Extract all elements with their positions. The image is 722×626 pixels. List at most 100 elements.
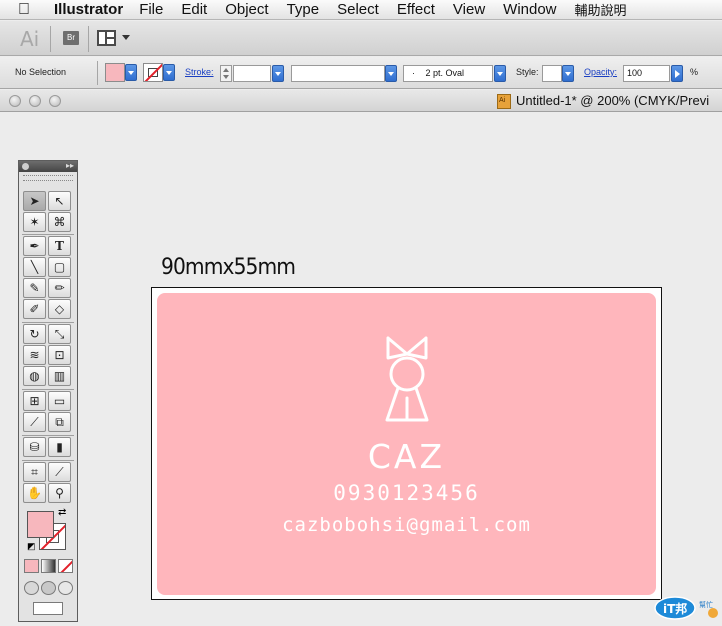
swap-fill-stroke-icon[interactable]: ⇄	[58, 507, 66, 518]
gradient-tool-icon[interactable]: ▭	[48, 391, 71, 411]
document-tab-bar: Untitled-1* @ 200% (CMYK/Previ	[0, 90, 722, 112]
artboard-tool-icon[interactable]: ⌗	[23, 462, 46, 482]
menu-view[interactable]: View	[453, 1, 485, 18]
stroke-dropdown-icon[interactable]	[163, 64, 175, 81]
opacity-slider-icon[interactable]	[671, 65, 683, 82]
rounded-rectangle-tool-icon[interactable]: ▢	[48, 257, 71, 277]
business-card[interactable]: CAZ 0930123456 cazbobohsi@gmail.com	[157, 293, 656, 595]
opacity-field[interactable]: 100	[623, 65, 670, 82]
arrange-documents-button[interactable]	[97, 30, 131, 46]
perspective-grid-tool-icon[interactable]: ▥	[48, 366, 71, 386]
line-segment-tool-icon[interactable]: ╲	[23, 257, 46, 277]
brush-name: 2 pt. Oval	[425, 68, 465, 78]
symbol-sprayer-tool-icon[interactable]: ⛁	[23, 437, 46, 457]
menu-edit[interactable]: Edit	[181, 1, 207, 18]
menu-object[interactable]: Object	[225, 1, 268, 18]
ithome-watermark-logo: iT邦 幫忙	[654, 596, 718, 620]
brush-definition[interactable]: · 2 pt. Oval	[403, 65, 493, 82]
brush-dot-icon: ·	[412, 68, 415, 78]
fill-dropdown-icon[interactable]	[125, 64, 137, 81]
collapse-panel-icon[interactable]: ▸▸	[66, 161, 74, 170]
eyedropper-tool-icon[interactable]: ⟋	[23, 412, 46, 432]
hand-tool-icon[interactable]: ✋	[23, 483, 46, 503]
arrange-grid-icon	[97, 30, 116, 46]
direct-selection-tool-icon[interactable]: ↖	[48, 191, 71, 211]
watermark-sub: 幫忙	[699, 600, 713, 609]
artboard-size-label: 90mmx55mm	[161, 255, 296, 280]
mesh-tool-icon[interactable]: ⊞	[23, 391, 46, 411]
zoom-window-icon[interactable]	[49, 95, 61, 107]
tools-panel: ▸▸ ➤ ↖ ✶ ⌘ ✒ T ╲ ▢ ✎ ✏ ✐ ◇ ↻ ⤡ ≋ ⊡ ◍ ▥ ⊞…	[18, 160, 78, 622]
gradient-mode-icon[interactable]	[41, 559, 56, 573]
divider	[22, 460, 74, 461]
default-fill-stroke-icon[interactable]: ◩	[27, 541, 36, 552]
menu-effect[interactable]: Effect	[397, 1, 435, 18]
stroke-panel-link[interactable]: Stroke:	[185, 67, 214, 77]
stroke-weight-dropdown-icon[interactable]	[272, 65, 284, 82]
color-mode-icon[interactable]	[24, 559, 39, 573]
close-window-icon[interactable]	[9, 95, 21, 107]
none-mode-icon[interactable]	[58, 559, 73, 573]
artboard[interactable]: CAZ 0930123456 cazbobohsi@gmail.com	[151, 287, 662, 600]
close-panel-icon[interactable]	[22, 163, 29, 170]
blob-brush-tool-icon[interactable]: ✐	[23, 299, 46, 319]
width-tool-icon[interactable]: ≋	[23, 345, 46, 365]
document-title[interactable]: Untitled-1* @ 200% (CMYK/Previ	[516, 93, 709, 108]
menu-app-name[interactable]: Illustrator	[54, 1, 123, 18]
stroke-swatch[interactable]	[143, 63, 163, 82]
apple-menu-icon[interactable]: 	[18, 1, 42, 19]
paintbrush-tool-icon[interactable]: ✎	[23, 278, 46, 298]
variable-width-profile[interactable]	[291, 65, 385, 82]
panel-grip[interactable]	[23, 175, 73, 181]
pen-tool-icon[interactable]: ✒	[23, 236, 46, 256]
divider	[50, 26, 51, 52]
selection-tool-icon[interactable]: ➤	[23, 191, 46, 211]
bridge-button[interactable]: Br	[63, 31, 79, 45]
menu-type[interactable]: Type	[287, 1, 320, 18]
tools-panel-header[interactable]: ▸▸	[19, 161, 77, 172]
stroke-weight-stepper[interactable]	[220, 65, 232, 82]
ai-document-icon	[497, 94, 511, 109]
fill-color-box[interactable]	[27, 511, 54, 538]
control-bar: No Selection Stroke: · 2 pt. Oval Style:…	[0, 57, 722, 89]
menu-bar:  Illustrator File Edit Object Type Sele…	[0, 0, 722, 20]
type-tool-icon[interactable]: T	[48, 236, 71, 256]
divider	[97, 61, 98, 85]
style-dropdown-icon[interactable]	[562, 65, 574, 82]
graphic-style-swatch[interactable]	[542, 65, 562, 82]
zoom-tool-icon[interactable]: ⚲	[48, 483, 71, 503]
eraser-tool-icon[interactable]: ◇	[48, 299, 71, 319]
divider	[22, 435, 74, 436]
divider	[22, 234, 74, 235]
minimize-window-icon[interactable]	[29, 95, 41, 107]
column-graph-tool-icon[interactable]: ▮	[48, 437, 71, 457]
brush-dropdown-icon[interactable]	[494, 65, 506, 82]
menu-file[interactable]: File	[139, 1, 163, 18]
rotate-tool-icon[interactable]: ↻	[23, 324, 46, 344]
watermark-text: iT邦	[663, 601, 687, 616]
shape-builder-tool-icon[interactable]: ◍	[23, 366, 46, 386]
bow-girl-logo-icon	[385, 336, 429, 422]
free-transform-tool-icon[interactable]: ⊡	[48, 345, 71, 365]
illustrator-window:  Illustrator File Edit Object Type Sele…	[0, 0, 722, 626]
screen-mode-icon[interactable]	[33, 602, 63, 615]
menu-window[interactable]: Window	[503, 1, 556, 18]
menu-select[interactable]: Select	[337, 1, 379, 18]
card-email: cazbobohsi@gmail.com	[282, 514, 531, 536]
pencil-tool-icon[interactable]: ✏	[48, 278, 71, 298]
divider	[88, 26, 89, 52]
opacity-panel-link[interactable]: Opacity:	[584, 67, 617, 77]
fill-swatch[interactable]	[105, 63, 125, 82]
chevron-down-icon	[122, 35, 130, 40]
slice-tool-icon[interactable]: ⟋	[48, 462, 71, 482]
blend-tool-icon[interactable]: ⧉	[48, 412, 71, 432]
magic-wand-tool-icon[interactable]: ✶	[23, 212, 46, 232]
draw-behind-icon[interactable]	[41, 581, 56, 595]
lasso-tool-icon[interactable]: ⌘	[48, 212, 71, 232]
scale-tool-icon[interactable]: ⤡	[48, 324, 71, 344]
draw-inside-icon[interactable]	[58, 581, 73, 595]
menu-help[interactable]: 輔助說明	[575, 0, 627, 19]
stroke-weight-field[interactable]	[233, 65, 271, 82]
profile-dropdown-icon[interactable]	[385, 65, 397, 82]
draw-normal-icon[interactable]	[24, 581, 39, 595]
